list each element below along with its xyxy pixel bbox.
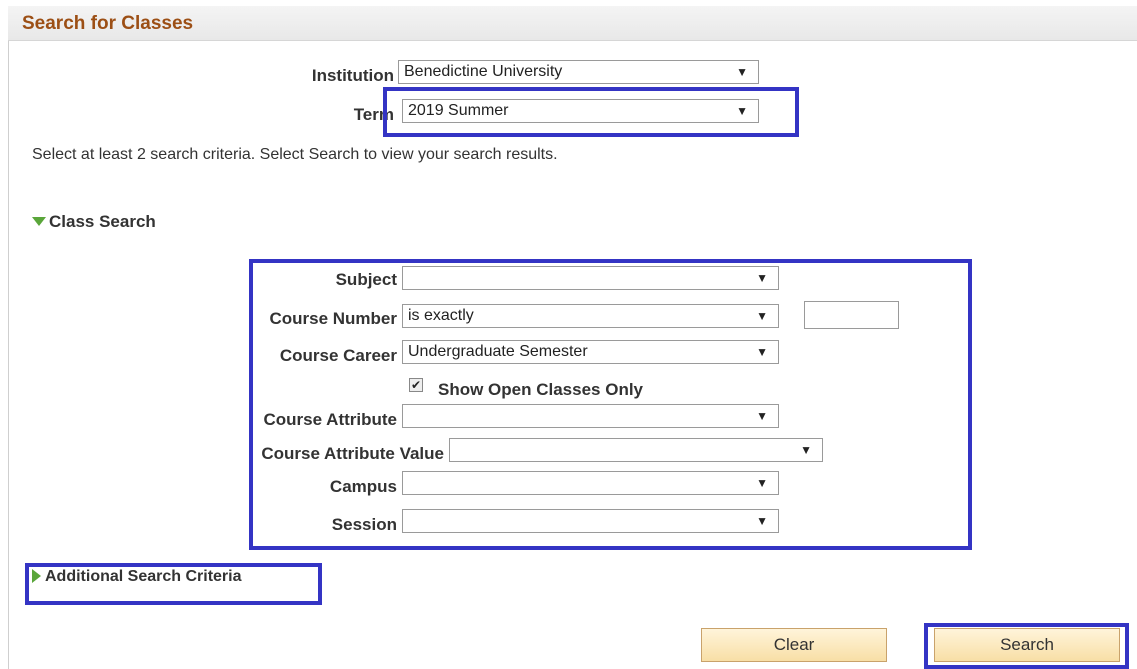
course-number-label: Course Number xyxy=(269,309,397,328)
chevron-down-icon: ▼ xyxy=(756,476,768,490)
show-open-classes-checkbox[interactable]: ✔ xyxy=(409,378,423,392)
left-border xyxy=(8,6,9,669)
term-select[interactable]: 2019 Summer ▼ xyxy=(402,99,759,123)
course-career-select[interactable]: Undergraduate Semester ▼ xyxy=(402,340,779,364)
subject-label: Subject xyxy=(335,270,397,289)
course-career-value: Undergraduate Semester xyxy=(408,343,588,360)
instructions-text: Select at least 2 search criteria. Selec… xyxy=(32,146,558,163)
clear-button[interactable]: Clear xyxy=(701,628,887,662)
chevron-down-icon: ▼ xyxy=(736,65,748,79)
chevron-down-icon: ▼ xyxy=(736,104,748,118)
campus-select[interactable]: ▼ xyxy=(402,471,779,495)
institution-select[interactable]: Benedictine University ▼ xyxy=(398,60,759,84)
chevron-down-icon: ▼ xyxy=(756,271,768,285)
course-attribute-select[interactable]: ▼ xyxy=(402,404,779,428)
chevron-down-icon: ▼ xyxy=(756,345,768,359)
expanded-triangle-icon xyxy=(32,217,46,227)
page-title: Search for Classes xyxy=(22,13,194,34)
course-attribute-value-label: Course Attribute Value xyxy=(261,444,444,463)
course-number-operator-value: is exactly xyxy=(408,307,474,324)
chevron-down-icon: ▼ xyxy=(800,443,812,457)
class-search-title: Class Search xyxy=(49,212,156,231)
session-label: Session xyxy=(331,515,397,534)
campus-label: Campus xyxy=(329,477,397,496)
checkmark-icon: ✔ xyxy=(410,378,422,392)
course-number-input[interactable] xyxy=(804,301,899,329)
session-select[interactable]: ▼ xyxy=(402,509,779,533)
course-attribute-value-select[interactable]: ▼ xyxy=(449,438,823,462)
additional-search-criteria-toggle[interactable]: Additional Search Criteria xyxy=(32,568,242,586)
term-label: Term xyxy=(353,105,394,124)
additional-search-criteria-title: Additional Search Criteria xyxy=(45,568,242,585)
course-number-operator-select[interactable]: is exactly ▼ xyxy=(402,304,779,328)
chevron-down-icon: ▼ xyxy=(756,514,768,528)
show-open-classes-label: Show Open Classes Only xyxy=(438,380,644,399)
subject-select[interactable]: ▼ xyxy=(402,266,779,290)
course-attribute-label: Course Attribute xyxy=(263,410,398,429)
chevron-down-icon: ▼ xyxy=(756,309,768,323)
institution-value: Benedictine University xyxy=(404,63,563,80)
course-career-label: Course Career xyxy=(279,346,397,365)
institution-label: Institution xyxy=(311,66,394,85)
term-value: 2019 Summer xyxy=(408,102,509,119)
search-button[interactable]: Search xyxy=(934,628,1120,662)
class-search-toggle[interactable]: Class Search xyxy=(32,212,156,232)
page-header: Search for Classes xyxy=(8,6,1137,41)
collapsed-triangle-icon xyxy=(32,568,41,583)
chevron-down-icon: ▼ xyxy=(756,409,768,423)
